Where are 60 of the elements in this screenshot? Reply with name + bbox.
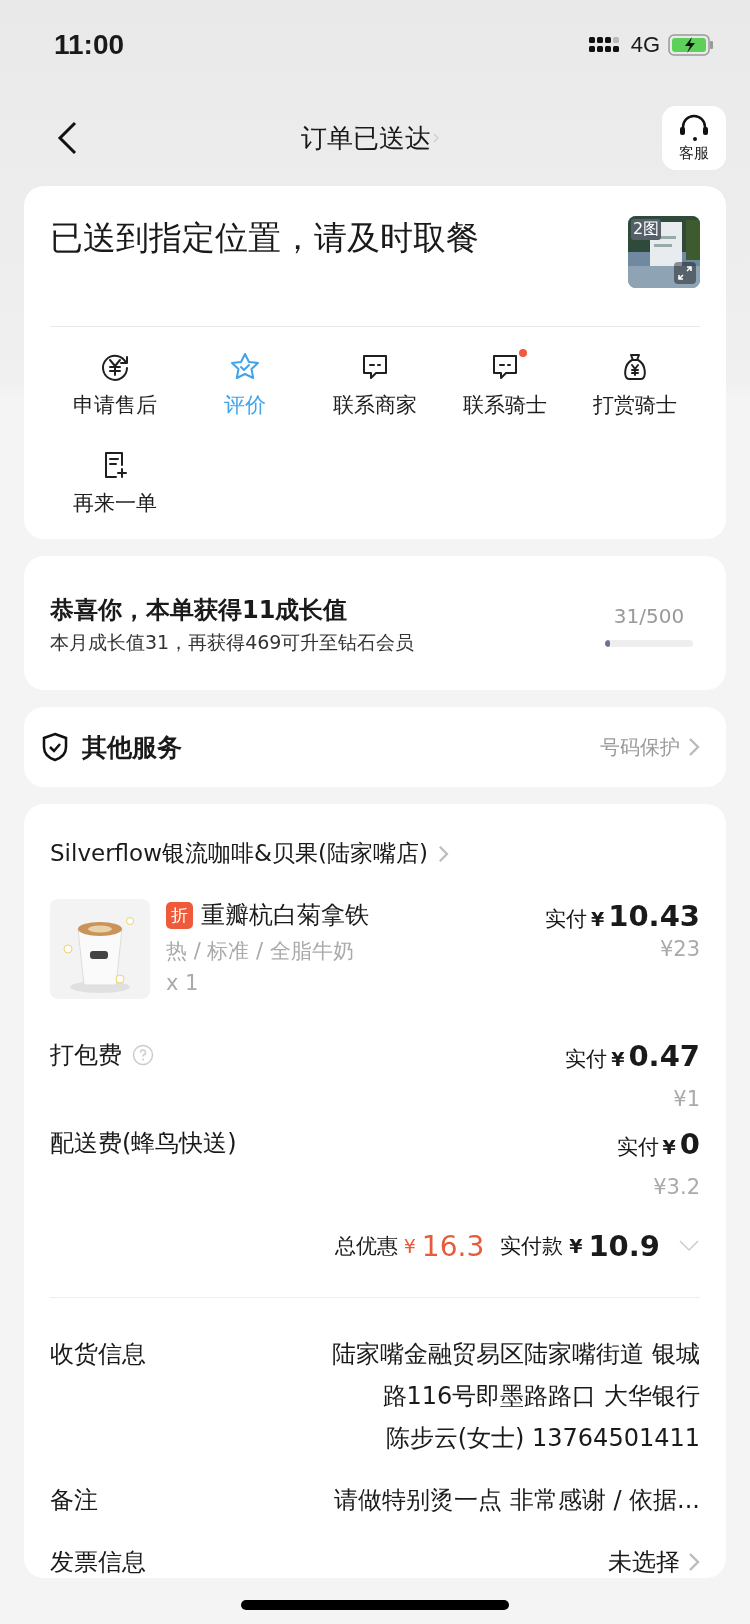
customer-service-button[interactable]: 客服 — [662, 106, 726, 170]
action-button[interactable]: 联系商家 — [310, 351, 440, 419]
original-price: ¥1 — [673, 1087, 700, 1111]
fee-label: 配送费(蜂鸟快送) — [50, 1128, 237, 1159]
action-button[interactable]: 申请售后 — [50, 351, 180, 419]
headset-icon — [677, 113, 711, 142]
currency-symbol: ¥ — [569, 1235, 583, 1257]
services-title: 其他服务 — [82, 731, 182, 764]
photo-count: 2图 — [631, 219, 662, 240]
total-discount-amount: 16.3 — [421, 1229, 485, 1263]
original-price: ¥23 — [659, 937, 700, 961]
currency-symbol: ¥ — [591, 908, 605, 930]
info-value: 陆家嘴金融贸易区陆家嘴街道 银城 — [332, 1339, 700, 1370]
fee-label: 打包费 — [50, 1040, 122, 1071]
item-name: 重瓣杭白菊拿铁 — [201, 900, 369, 931]
action-button[interactable]: 再来一单 — [50, 449, 180, 517]
paid-label: 实付 — [545, 906, 588, 933]
help-icon[interactable] — [132, 1044, 154, 1066]
delivery-status-message: 已送到指定位置，请及时取餐 — [50, 217, 479, 259]
info-value: 路116号即墨路路口 大华银行 — [382, 1381, 700, 1412]
total-discount-label: 总优惠 — [334, 1233, 398, 1260]
info-label: 收货信息 — [50, 1339, 146, 1370]
chevron-right-icon — [433, 133, 439, 143]
status-time: 11:00 — [54, 29, 125, 61]
paid-amount: 0 — [679, 1127, 700, 1161]
paid-label: 实付 — [616, 1134, 659, 1161]
action-button[interactable]: 打赏骑士 — [570, 351, 700, 419]
info-value-link[interactable]: 未选择 — [608, 1546, 700, 1578]
growth-title: 恭喜你，本单获得11成长值 — [50, 595, 349, 626]
store-name-link[interactable]: Silverflow银流咖啡&贝果(陆家嘴店) — [50, 804, 700, 899]
currency-symbol: ¥ — [662, 1136, 676, 1158]
item-specs: 热 / 标准 / 全脂牛奶 — [166, 938, 355, 965]
total-paid-label: 实付款 — [500, 1233, 564, 1260]
shield-check-icon — [40, 731, 70, 763]
info-label: 发票信息 — [50, 1547, 146, 1578]
original-price: ¥3.2 — [653, 1175, 700, 1199]
expand-icon — [674, 262, 696, 284]
info-value: 陈步云(女士) 13764501411 — [385, 1423, 700, 1454]
chevron-right-icon — [688, 737, 700, 757]
network-label: 4G — [630, 32, 660, 58]
discount-currency: ¥ — [403, 1235, 416, 1257]
growth-reading: 31/500 — [613, 603, 685, 628]
item-quantity: x 1 — [166, 971, 200, 995]
discount-tag: 折 — [166, 901, 193, 929]
currency-symbol: ¥ — [611, 1048, 625, 1070]
paid-amount: 0.47 — [628, 1039, 700, 1073]
back-icon[interactable] — [56, 120, 78, 156]
chevron-right-icon — [437, 844, 449, 863]
growth-subtitle: 本月成长值31，再获得469可升至钻石会员 — [50, 630, 415, 655]
total-paid-amount: 10.9 — [588, 1229, 660, 1263]
chevron-right-icon — [688, 1552, 700, 1572]
info-value: 请做特别烫一点 非常感谢 / 依据... — [334, 1485, 700, 1516]
action-button[interactable]: 联系骑士 — [440, 351, 570, 419]
paid-label: 实付 — [565, 1046, 608, 1073]
info-label: 备注 — [50, 1485, 98, 1516]
page-title[interactable]: 订单已送达 — [301, 120, 439, 156]
battery-charging-icon — [668, 34, 714, 56]
photo-thumbnail[interactable]: 2图 — [628, 216, 700, 288]
chevron-down-icon[interactable] — [678, 1239, 700, 1253]
paid-amount: 10.43 — [608, 899, 700, 933]
